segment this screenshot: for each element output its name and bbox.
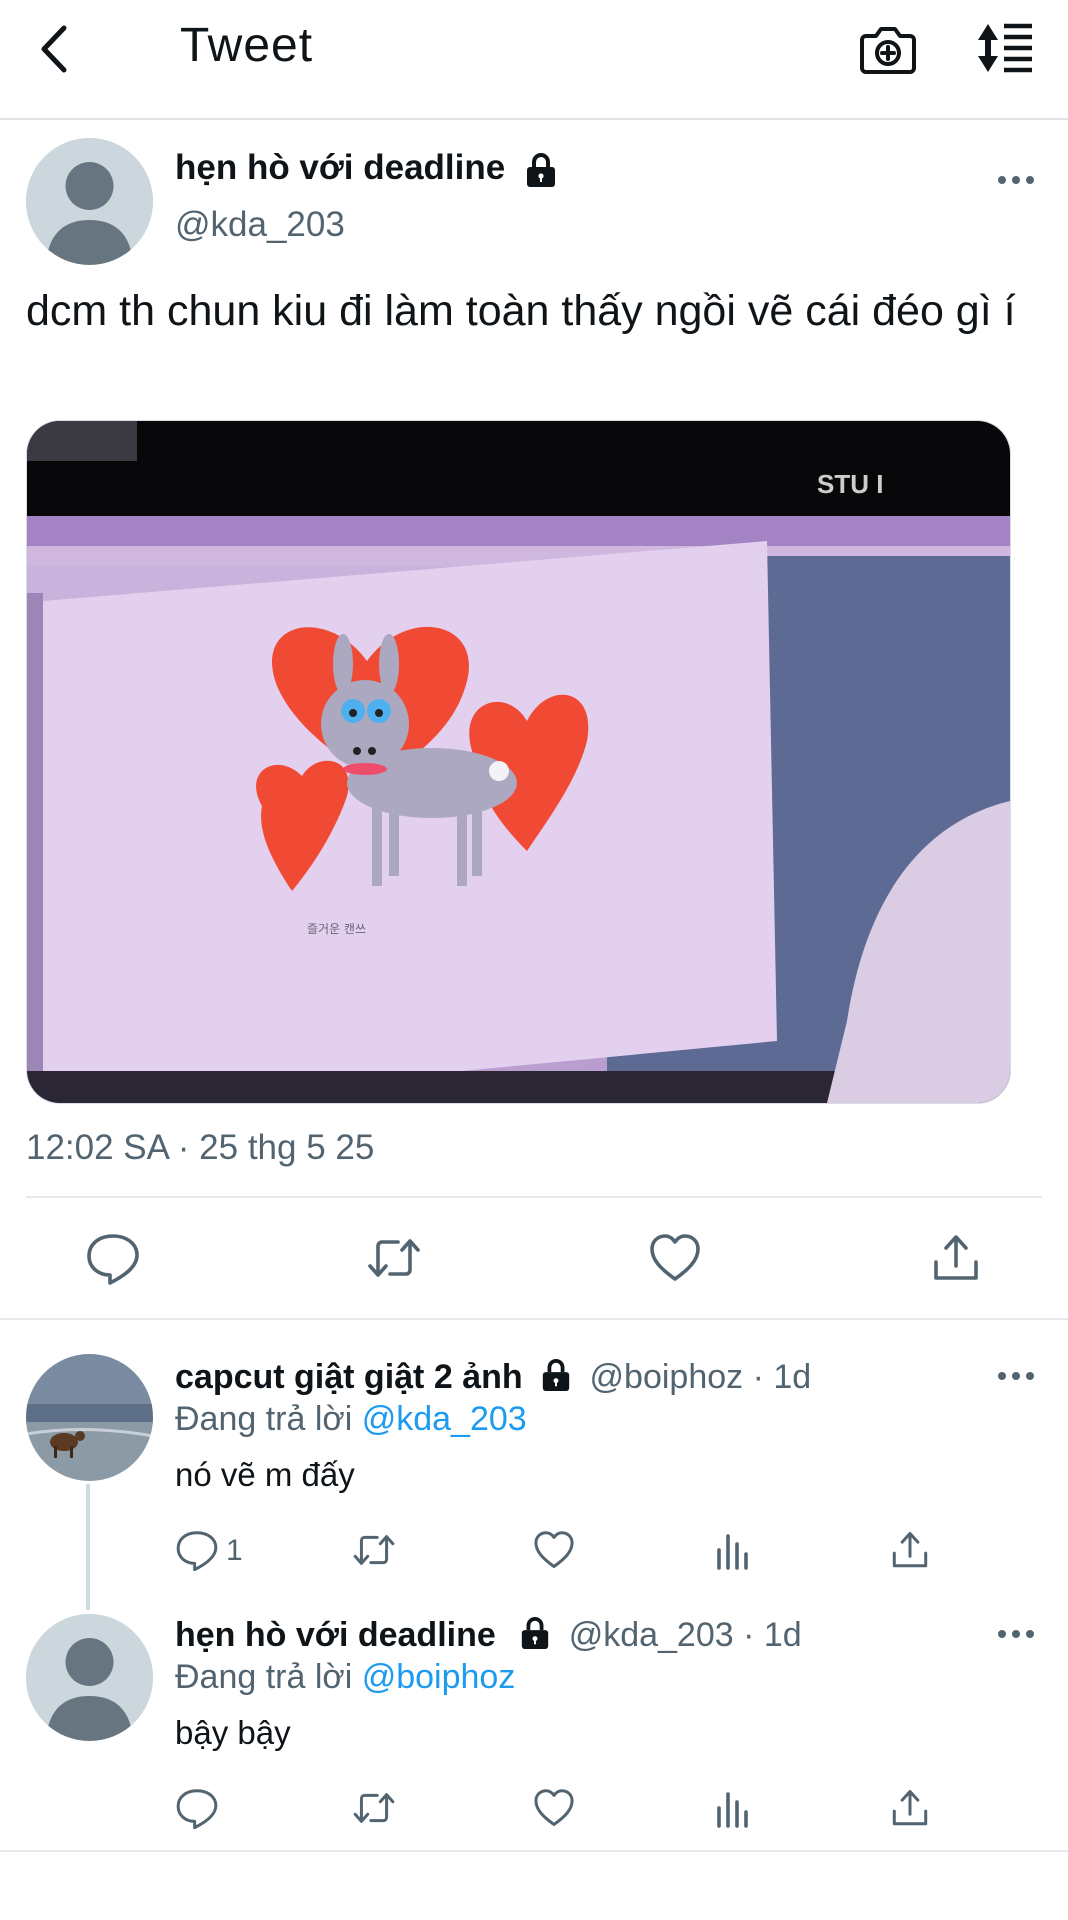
media-caption: 즐거운 캔쓰 (307, 922, 366, 936)
share-button[interactable] (888, 1786, 932, 1830)
replying-to: Đang trả lời @boiphoz (175, 1658, 515, 1697)
tweet-text: dcm th chun kiu đi làm toàn thấy ngồi vẽ… (26, 287, 1016, 335)
more-options-button[interactable] (992, 1364, 1040, 1388)
reply-author-handle[interactable]: @boiphoz (590, 1358, 744, 1396)
beach-photo-avatar (26, 1354, 153, 1481)
tweet-media-image[interactable]: STU I 즐거운 캔쓰 (26, 420, 1011, 1104)
retweet-button[interactable] (352, 1786, 396, 1830)
more-options-button[interactable] (992, 1622, 1040, 1646)
mention-link[interactable]: @kda_203 (362, 1400, 527, 1438)
share-icon (892, 1790, 928, 1826)
photo-image: STU I 즐거운 캔쓰 (27, 421, 1010, 1103)
author-name[interactable]: hẹn hò với deadline (175, 148, 505, 187)
reply-avatar[interactable] (26, 1614, 153, 1741)
divider (0, 1850, 1068, 1852)
retweet-icon (368, 1239, 420, 1277)
thread-connector (86, 1484, 90, 1610)
retweet-button[interactable] (366, 1230, 422, 1286)
reply-avatar[interactable] (26, 1354, 153, 1481)
reply-button[interactable] (85, 1230, 141, 1286)
bar-chart-icon (717, 1534, 748, 1570)
retweet-button[interactable] (352, 1528, 396, 1572)
reply-button[interactable] (175, 1528, 219, 1572)
heart-icon (650, 1234, 700, 1281)
divider (0, 1318, 1068, 1320)
default-avatar-icon (26, 1614, 153, 1741)
heart-icon (534, 1531, 574, 1568)
reply-text: nó vẽ m đấy (175, 1456, 355, 1493)
camera-button[interactable] (858, 18, 918, 78)
reply-header: capcut giật giật 2 ảnh @boiphoz · 1d (175, 1358, 811, 1397)
views-button[interactable] (711, 1786, 755, 1830)
reply-time: · 1d (743, 1616, 802, 1654)
top-navigation-bar: Tweet (0, 0, 1068, 120)
share-button[interactable] (888, 1528, 932, 1572)
reply-button[interactable] (175, 1786, 219, 1830)
bar-chart-icon (717, 1792, 748, 1828)
like-button[interactable] (532, 1528, 576, 1572)
reply-bubble-icon (176, 1789, 218, 1830)
views-button[interactable] (711, 1528, 755, 1572)
camera-plus-icon (860, 27, 916, 74)
like-button[interactable] (647, 1230, 703, 1286)
replying-to: Đang trả lời @kda_203 (175, 1400, 527, 1439)
tweet-timestamp[interactable]: 12:02 SA · 25 thg 5 25 (26, 1128, 374, 1168)
back-button[interactable] (30, 22, 84, 76)
reply-author-name[interactable]: capcut giật giật 2 ảnh (175, 1358, 523, 1396)
share-icon (934, 1235, 978, 1280)
mention-link[interactable]: @boiphoz (362, 1658, 516, 1696)
more-options-button[interactable] (992, 168, 1040, 192)
reply-author-name[interactable]: hẹn hò với deadline (175, 1616, 496, 1654)
reply-bubble-icon (176, 1531, 218, 1572)
more-dots-icon (998, 176, 1034, 184)
reply-header: hẹn hò với deadline @kda_203 · 1d (175, 1616, 802, 1655)
replying-prefix: Đang trả lời (175, 1400, 353, 1438)
share-icon (892, 1532, 928, 1568)
heart-icon (534, 1789, 574, 1826)
default-avatar-icon (26, 138, 153, 265)
lock-icon (542, 1359, 570, 1392)
reply-text: bậy bậy (175, 1714, 291, 1751)
author-handle[interactable]: @kda_203 (175, 205, 345, 245)
reply-bubble-icon (87, 1234, 139, 1285)
author-name-row: hẹn hò với deadline (175, 148, 558, 188)
lock-icon (526, 152, 555, 187)
like-button[interactable] (532, 1786, 576, 1830)
share-button[interactable] (928, 1230, 984, 1286)
author-avatar[interactable] (26, 138, 153, 265)
more-dots-icon (998, 1630, 1034, 1638)
media-overlay-text: STU I (817, 469, 883, 499)
sort-icon (978, 23, 1032, 73)
chevron-left-icon (41, 25, 67, 73)
reply-author-handle[interactable]: @kda_203 (569, 1616, 734, 1654)
replying-prefix: Đang trả lời (175, 1658, 353, 1696)
retweet-icon (353, 1535, 395, 1565)
lock-icon (522, 1617, 549, 1650)
page-title: Tweet (180, 19, 314, 72)
divider (26, 1196, 1042, 1198)
sort-button[interactable] (974, 18, 1038, 78)
retweet-icon (353, 1793, 395, 1823)
more-dots-icon (998, 1372, 1034, 1380)
reply-count: 1 (226, 1534, 243, 1567)
reply-time: · 1d (752, 1358, 812, 1396)
